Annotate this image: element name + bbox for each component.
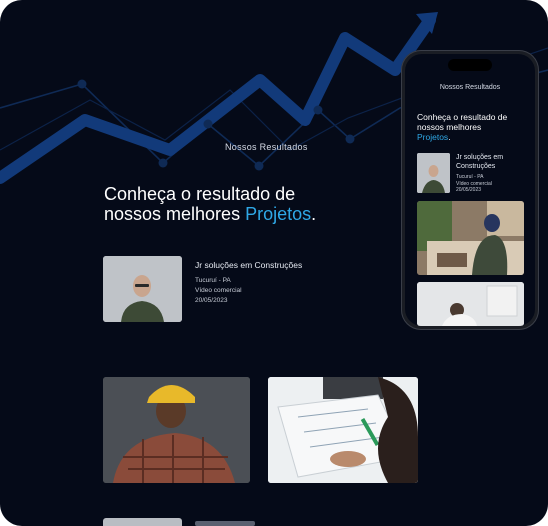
mobile-headline-line-2: nossos melhores [417, 122, 482, 132]
mobile-headline-accent: Projetos [417, 132, 449, 142]
headline-accent: Projetos [245, 204, 312, 224]
headline-line-1: Conheça o resultado de [104, 184, 296, 204]
mobile-project-thumbnail[interactable] [417, 153, 450, 193]
mobile-person-portrait-image [417, 153, 450, 193]
mobile-project-date: 20/05/2023 [456, 187, 482, 193]
next-card-thumbnail-peek [103, 518, 182, 526]
chart-main-arrow-line [0, 14, 436, 184]
project-type: Vídeo comercial [195, 287, 242, 294]
blueprint-hands-image [268, 377, 418, 483]
mobile-headline-suffix: . [448, 132, 451, 142]
project-thumbnail[interactable] [103, 256, 182, 322]
person-portrait-image [103, 256, 182, 322]
phone-screen: Nossos Resultados Conheça o resultado de… [405, 54, 535, 326]
project-title: Jr soluções em Construções [195, 260, 303, 270]
chart-point [254, 161, 264, 171]
mobile-headline-line-3: Projetos. [417, 132, 527, 142]
headline-line-2-prefix: nossos melhores [104, 204, 246, 224]
mobile-section-tag: Nossos Resultados [439, 84, 501, 91]
phone-notch [448, 59, 492, 71]
page-frame: Nossos Resultados Conheça o resultado de… [0, 0, 548, 526]
chart-point [345, 134, 355, 144]
project-location: Tucuruí - PA [195, 277, 231, 284]
mobile-photo-office[interactable] [417, 282, 524, 326]
headline-line-2: nossos melhores Projetos. [104, 204, 364, 224]
chart-point [77, 79, 87, 89]
section-tag: Nossos Resultados [225, 142, 308, 152]
chart-point [158, 158, 168, 168]
person-on-couch-image [417, 201, 524, 275]
phone-mockup: Nossos Resultados Conheça o resultado de… [401, 50, 539, 330]
project-date: 20/05/2023 [195, 297, 228, 304]
mobile-photo-living-room[interactable] [417, 201, 524, 275]
construction-worker-photo[interactable] [103, 377, 250, 483]
mobile-project-title: Jr soluções em Construções [456, 154, 504, 170]
page-headline: Conheça o resultado de nossos melhores P… [104, 184, 364, 224]
chart-point [313, 105, 323, 115]
chart-point [203, 119, 213, 129]
mobile-headline: Conheça o resultado de nossos melhores P… [417, 112, 527, 142]
person-at-desk-image [417, 282, 524, 326]
headline-suffix: . [311, 204, 317, 224]
mobile-project-meta: Tucuruí - PA Vídeo comercial 20/05/2023 [456, 174, 492, 194]
project-card[interactable]: Jr soluções em Construções Tucuruí - PA … [103, 256, 353, 324]
project-meta: Tucuruí - PA Vídeo comercial 20/05/2023 [195, 276, 242, 306]
next-card-title-peek [195, 521, 255, 526]
worker-hardhat-image [103, 377, 250, 483]
blueprint-work-photo[interactable] [268, 377, 418, 483]
mobile-headline-line-1: Conheça o resultado de [417, 112, 508, 122]
